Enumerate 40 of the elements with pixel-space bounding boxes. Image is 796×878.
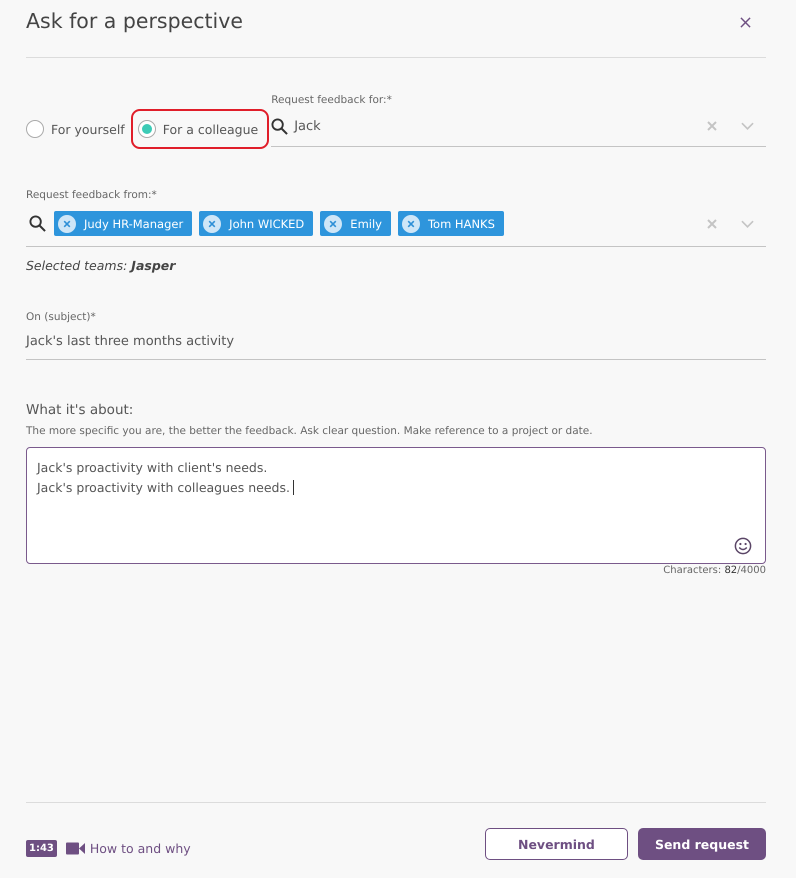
chip-label: Tom HANKS [428, 216, 495, 230]
selected-teams-text: Selected teams: Jasper [26, 258, 177, 273]
chip-label: Judy HR-Manager [84, 216, 184, 230]
clear-icon[interactable] [707, 218, 717, 228]
chevron-down-icon[interactable] [741, 122, 754, 130]
search-icon [29, 215, 46, 232]
field-label: On (subject)* [26, 311, 97, 323]
chip-label: Emily [350, 216, 382, 230]
message-text: Jack's proactivity with client's needs. Jack's proactivity with colleagues needs. [37, 460, 290, 495]
duration-badge: 1:43 [26, 840, 57, 857]
search-icon [271, 118, 288, 134]
subject-field[interactable]: Jack's last three months activity [26, 323, 766, 360]
remove-icon[interactable] [402, 214, 420, 232]
dialog-title: Ask for a perspective [26, 8, 243, 34]
footer-button[interactable]: Send request [638, 828, 766, 860]
radio-button[interactable] [138, 120, 156, 138]
help-link[interactable]: How to and why [90, 841, 191, 856]
field-label: Request feedback from:* [26, 189, 158, 201]
search-field[interactable]: Jack [271, 106, 766, 147]
field-label: Request feedback for:* [271, 94, 393, 106]
smiley-icon[interactable] [734, 537, 752, 555]
character-count: Characters: 82/4000 [663, 565, 766, 576]
radio-label[interactable]: For a colleague [162, 122, 258, 136]
remove-icon[interactable] [203, 214, 222, 232]
remove-icon[interactable] [324, 214, 342, 232]
message-field[interactable]: Jack's proactivity with client's needs. Jack's proactivity with colleagues needs. [26, 447, 766, 564]
video-camera-icon[interactable] [66, 842, 85, 855]
clear-icon[interactable] [707, 121, 717, 131]
radio-button[interactable] [26, 120, 44, 138]
chip-label: John WICKED [229, 216, 304, 230]
remove-icon[interactable] [58, 214, 76, 232]
radio-option[interactable]: For yourself [26, 109, 131, 149]
footer-button[interactable]: Nevermind [484, 828, 628, 860]
chevron-down-icon[interactable] [741, 220, 754, 228]
hint-text: The more specific you are, the better the feedback. Ask clear question. Make reference to a project or date. [26, 425, 594, 437]
field-value: Jack [294, 118, 322, 134]
radio-label[interactable]: For yourself [51, 122, 125, 136]
text-cursor [292, 480, 294, 495]
section-heading: What it's about: [26, 402, 134, 418]
close-icon[interactable] [740, 17, 751, 28]
